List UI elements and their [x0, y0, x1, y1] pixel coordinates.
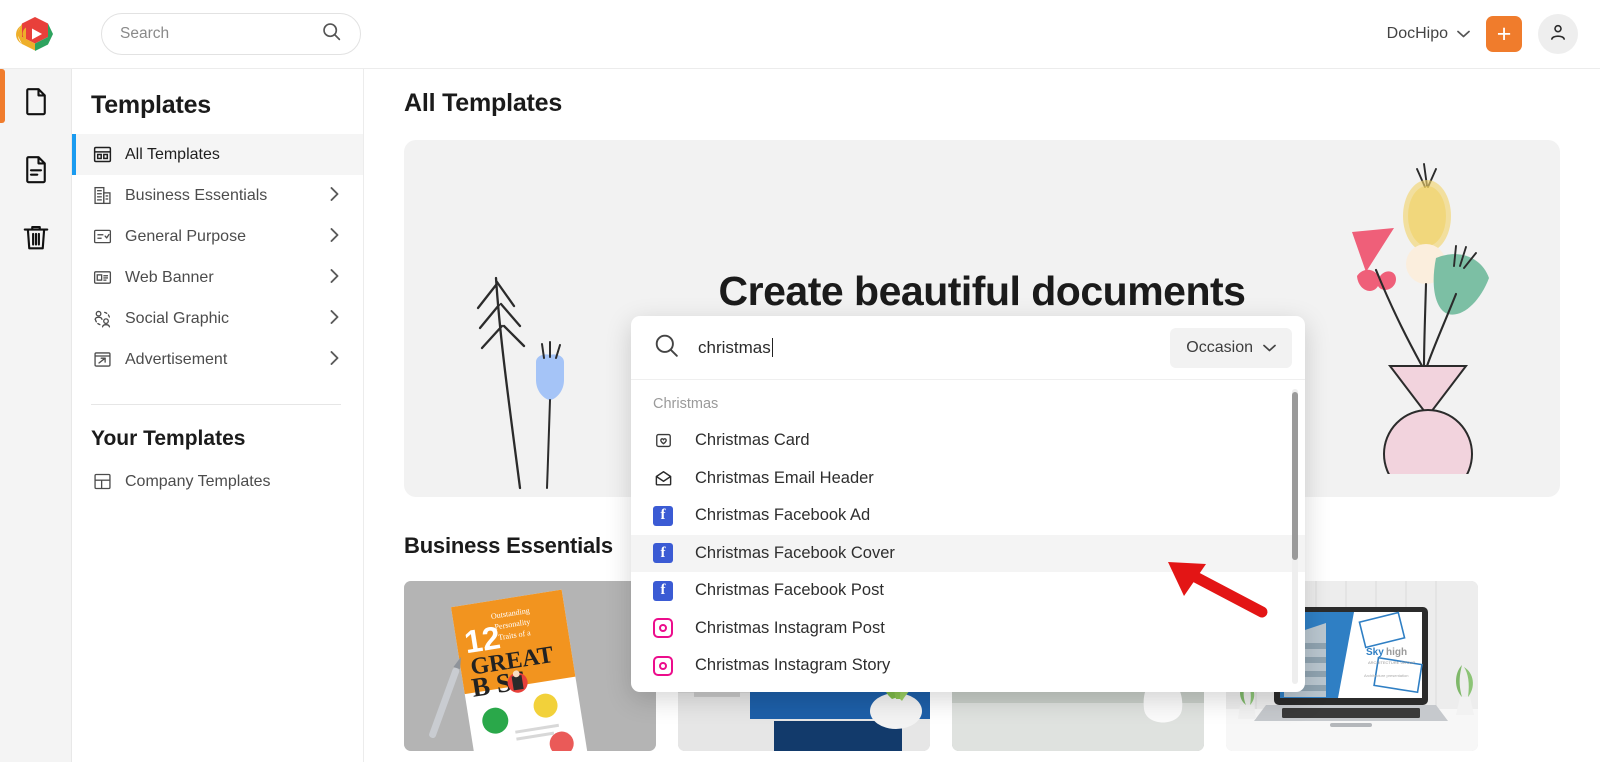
svg-text:ARCHITECTURE GROUP: ARCHITECTURE GROUP — [1368, 660, 1415, 665]
dropdown-scrollbar-thumb[interactable] — [1292, 392, 1298, 560]
chevron-right-icon — [330, 351, 339, 368]
suggestion-group-label: Christmas — [631, 392, 1305, 422]
top-bar: Search DocHipo + — [0, 0, 1600, 69]
facebook-icon: f — [653, 543, 673, 563]
sidebar-item-all-templates[interactable]: All Templates — [72, 134, 363, 175]
document-blank-icon — [21, 86, 51, 121]
sidebar-item-company-templates[interactable]: Company Templates — [72, 461, 363, 502]
card-heart-icon — [653, 431, 673, 451]
account-name: DocHipo — [1387, 25, 1448, 43]
search-icon — [321, 21, 342, 47]
suggestion-christmas-facebook-post[interactable]: f Christmas Facebook Post — [631, 572, 1305, 610]
suggestion-christmas-facebook-ad[interactable]: f Christmas Facebook Ad — [631, 497, 1305, 535]
chevron-right-icon — [330, 187, 339, 204]
envelope-icon — [653, 468, 673, 488]
instagram-icon — [653, 618, 673, 638]
building-icon — [91, 185, 113, 207]
svg-text:Sky: Sky — [1366, 647, 1384, 658]
people-icon — [91, 308, 113, 330]
hero-heading: Create beautiful documents — [404, 268, 1560, 315]
suggestion-list: Christmas Christmas Card Chri — [631, 380, 1305, 692]
suggestion-label: Christmas Card — [695, 431, 810, 450]
occasion-filter-label: Occasion — [1186, 339, 1253, 357]
sidebar-item-label: Social Graphic — [125, 310, 330, 328]
global-search[interactable]: Search — [101, 13, 361, 55]
facebook-icon: f — [653, 506, 673, 526]
plus-icon: + — [1497, 22, 1512, 47]
search-suggestions-overlay: christmas Occasion Christmas — [631, 316, 1305, 692]
company-layout-icon — [91, 471, 113, 493]
your-templates-title: Your Templates — [72, 405, 363, 461]
suggestion-label: Christmas Facebook Ad — [695, 506, 870, 525]
page-title: All Templates — [404, 89, 1600, 118]
search-input[interactable]: Search — [120, 25, 321, 43]
abstract-flowers-illustration — [1284, 154, 1534, 479]
templates-sidebar: Templates All Templates Business Essenti… — [72, 69, 364, 762]
suggestion-label: Christmas Facebook Post — [695, 581, 884, 600]
sidebar-item-web-banner[interactable]: Web Banner — [72, 257, 363, 298]
template-card-great-boss[interactable]: 12 Outstanding Personality Traits of a G… — [404, 581, 656, 751]
overlay-search-bar: christmas Occasion — [631, 316, 1305, 380]
suggestion-label: Christmas Instagram Post — [695, 619, 885, 638]
suggestion-label: Christmas Email Header — [695, 469, 874, 488]
svg-text:high: high — [1386, 647, 1407, 658]
chevron-down-icon — [1263, 339, 1276, 357]
svg-text:Architecture presentation: Architecture presentation — [1364, 673, 1408, 678]
checklist-icon — [91, 226, 113, 248]
sidebar-item-label: Advertisement — [125, 351, 330, 369]
sidebar-item-general-purpose[interactable]: General Purpose — [72, 216, 363, 257]
account-menu[interactable]: DocHipo — [1387, 25, 1470, 43]
suggestion-christmas-facebook-cover[interactable]: f Christmas Facebook Cover — [631, 535, 1305, 573]
rail-item-my-documents[interactable] — [0, 137, 72, 205]
chevron-right-icon — [330, 228, 339, 245]
instagram-icon — [653, 656, 673, 676]
overlay-search-value: christmas — [698, 338, 771, 357]
dochipo-logo-icon[interactable] — [13, 12, 57, 56]
sidebar-item-label: Business Essentials — [125, 187, 330, 205]
search-icon — [653, 332, 680, 364]
sidebar-item-label: Company Templates — [125, 473, 339, 491]
sidebar-item-label: Web Banner — [125, 269, 330, 287]
sidebar-item-social-graphic[interactable]: Social Graphic — [72, 298, 363, 339]
sidebar-item-label: General Purpose — [125, 228, 330, 246]
suggestion-christmas-instagram-story[interactable]: Christmas Instagram Story — [631, 647, 1305, 685]
sidebar-item-label: All Templates — [125, 146, 339, 164]
facebook-icon: f — [653, 581, 673, 601]
suggestion-christmas-email-header[interactable]: Christmas Email Header — [631, 460, 1305, 498]
chevron-down-icon — [1457, 25, 1470, 43]
sidebar-item-advertisement[interactable]: Advertisement — [72, 339, 363, 380]
grid-layout-icon — [91, 144, 113, 166]
text-caret — [772, 338, 773, 357]
suggestion-label: Christmas Instagram Story — [695, 656, 890, 675]
occasion-filter-dropdown[interactable]: Occasion — [1170, 328, 1292, 368]
suggestion-christmas-instagram-post[interactable]: Christmas Instagram Post — [631, 610, 1305, 648]
sidebar-item-business-essentials[interactable]: Business Essentials — [72, 175, 363, 216]
dochipo-app: Search DocHipo + — [0, 0, 1600, 762]
chevron-right-icon — [330, 310, 339, 327]
rail-item-trash[interactable] — [0, 205, 72, 273]
banner-icon — [91, 267, 113, 289]
trash-icon — [21, 222, 51, 257]
avatar[interactable] — [1538, 14, 1578, 54]
create-new-button[interactable]: + — [1486, 16, 1522, 52]
suggestion-christmas-card[interactable]: Christmas Card — [631, 422, 1305, 460]
overlay-search-input[interactable]: christmas — [698, 338, 1170, 358]
icon-rail — [0, 69, 72, 762]
sidebar-title: Templates — [72, 69, 363, 134]
user-icon — [1548, 22, 1568, 47]
chevron-right-icon — [330, 269, 339, 286]
top-bar-actions: DocHipo + — [1387, 14, 1578, 54]
rail-item-documents[interactable] — [0, 69, 72, 137]
suggestion-label: Christmas Facebook Cover — [695, 544, 895, 563]
ad-window-icon — [91, 349, 113, 371]
document-lines-icon — [21, 154, 51, 189]
